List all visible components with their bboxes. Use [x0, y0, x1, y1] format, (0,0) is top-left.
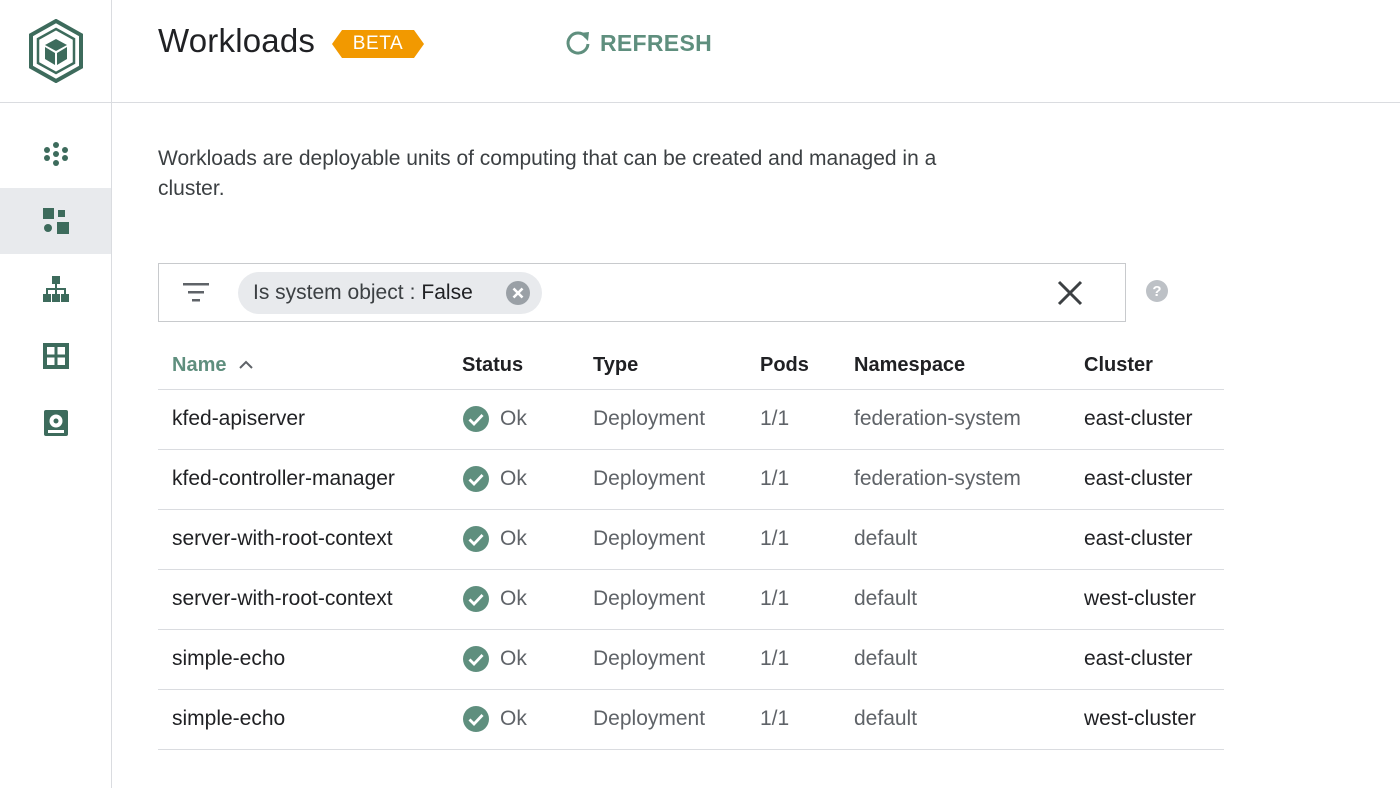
- status-label: Ok: [500, 407, 527, 430]
- status-label: Ok: [500, 527, 527, 550]
- column-header-name-label: Name: [172, 354, 227, 376]
- sort-ascending-icon: [239, 360, 253, 369]
- services-icon: [42, 276, 69, 302]
- cell-name[interactable]: kfed-apiserver: [172, 407, 305, 431]
- refresh-button[interactable]: REFRESH: [564, 26, 712, 60]
- cell-status: Ok: [462, 584, 527, 614]
- cell-namespace: federation-system: [854, 407, 1021, 430]
- check-circle-icon: [463, 466, 489, 492]
- filter-bar[interactable]: Is system object : False: [158, 263, 1126, 322]
- column-header-cluster[interactable]: Cluster: [1084, 354, 1153, 377]
- page-description: Workloads are deployable units of comput…: [158, 147, 937, 200]
- storage-icon: [43, 410, 68, 436]
- cell-name[interactable]: simple-echo: [172, 647, 285, 671]
- table-row[interactable]: server-with-root-context Ok Deployment 1…: [158, 570, 1224, 630]
- check-circle-icon: [463, 586, 489, 612]
- table-row[interactable]: server-with-root-context Ok Deployment 1…: [158, 510, 1224, 570]
- cell-cluster: east-cluster: [1084, 407, 1193, 430]
- status-label: Ok: [500, 707, 527, 730]
- cell-status: Ok: [462, 524, 527, 554]
- cell-type: Deployment: [593, 467, 706, 490]
- status-label: Ok: [500, 587, 527, 610]
- cell-name[interactable]: server-with-root-context: [172, 587, 393, 611]
- beta-badge: BETA: [332, 30, 424, 58]
- check-circle-icon: [463, 526, 489, 552]
- page-title: Workloads: [158, 22, 316, 59]
- help-icon[interactable]: ?: [1145, 279, 1169, 303]
- app-logo[interactable]: [0, 0, 111, 103]
- cell-name[interactable]: kfed-controller-manager: [172, 467, 395, 491]
- nav-rail: [0, 0, 112, 788]
- cell-namespace: default: [854, 527, 918, 550]
- table-row[interactable]: simple-echo Ok Deployment 1/1 default ea…: [158, 630, 1224, 690]
- page-header: Workloads BETA REFRESH: [112, 0, 1400, 103]
- status-label: Ok: [500, 467, 527, 490]
- column-header-pods[interactable]: Pods: [760, 354, 809, 377]
- table-body: kfed-apiserver Ok Deployment 1/1 federat…: [158, 390, 1224, 750]
- cell-type: Deployment: [593, 707, 706, 730]
- cell-pods: 1/1: [760, 407, 790, 430]
- cell-namespace: default: [854, 707, 918, 730]
- nav-item-storage[interactable]: [0, 390, 111, 456]
- nav-item-services[interactable]: [0, 256, 111, 322]
- workloads-icon: [42, 208, 69, 234]
- table-row[interactable]: kfed-controller-manager Ok Deployment 1/…: [158, 450, 1224, 510]
- svg-text:?: ?: [1152, 283, 1161, 300]
- filter-chip[interactable]: Is system object : False: [238, 272, 542, 314]
- column-header-namespace[interactable]: Namespace: [854, 354, 965, 377]
- column-header-name[interactable]: Name: [172, 354, 254, 377]
- cell-type: Deployment: [593, 587, 706, 610]
- kubernetes-engine-logo-icon: [28, 19, 83, 83]
- cell-type: Deployment: [593, 407, 706, 430]
- filter-list-icon: [183, 283, 209, 302]
- clusters-icon: [43, 142, 68, 166]
- cell-name[interactable]: simple-echo: [172, 707, 285, 731]
- cell-status: Ok: [462, 704, 527, 734]
- nav-item-workloads[interactable]: [0, 188, 111, 254]
- clear-filter-icon[interactable]: [1055, 278, 1085, 308]
- check-circle-icon: [463, 406, 489, 432]
- cell-pods: 1/1: [760, 707, 790, 730]
- column-header-type[interactable]: Type: [593, 354, 638, 377]
- cell-cluster: west-cluster: [1084, 587, 1197, 610]
- table-header-row: Name Status Type Pods Namespace Cluster: [158, 338, 1224, 390]
- beta-badge-label: BETA: [352, 33, 404, 54]
- check-circle-icon: [463, 646, 489, 672]
- cell-pods: 1/1: [760, 587, 790, 610]
- status-label: Ok: [500, 647, 527, 670]
- nav-item-applications[interactable]: [0, 323, 111, 389]
- workloads-table: Name Status Type Pods Namespace Cluster …: [158, 338, 1224, 750]
- applications-icon: [42, 343, 69, 369]
- cell-pods: 1/1: [760, 647, 790, 670]
- cell-type: Deployment: [593, 647, 706, 670]
- table-row[interactable]: kfed-apiserver Ok Deployment 1/1 federat…: [158, 390, 1224, 450]
- nav-item-clusters[interactable]: [0, 121, 111, 187]
- table-row[interactable]: simple-echo Ok Deployment 1/1 default we…: [158, 690, 1224, 750]
- cell-status: Ok: [462, 644, 527, 674]
- filter-chip-value: False: [421, 281, 473, 304]
- cell-cluster: east-cluster: [1084, 467, 1193, 490]
- refresh-label: REFRESH: [600, 29, 713, 56]
- filter-chip-key: Is system object: [253, 281, 404, 304]
- cell-cluster: west-cluster: [1084, 707, 1197, 730]
- cell-type: Deployment: [593, 527, 706, 550]
- cell-pods: 1/1: [760, 467, 790, 490]
- cell-status: Ok: [462, 404, 527, 434]
- cell-namespace: default: [854, 647, 918, 670]
- cell-cluster: east-cluster: [1084, 527, 1193, 550]
- check-circle-icon: [463, 706, 489, 732]
- cell-name[interactable]: server-with-root-context: [172, 527, 393, 551]
- filter-chip-separator: :: [409, 281, 416, 304]
- cell-namespace: federation-system: [854, 467, 1021, 490]
- column-header-status[interactable]: Status: [462, 354, 523, 377]
- cell-status: Ok: [462, 464, 527, 494]
- cell-cluster: east-cluster: [1084, 647, 1193, 670]
- cell-namespace: default: [854, 587, 918, 610]
- cell-pods: 1/1: [760, 527, 790, 550]
- chip-remove-icon[interactable]: [505, 280, 531, 306]
- refresh-icon: [566, 31, 590, 55]
